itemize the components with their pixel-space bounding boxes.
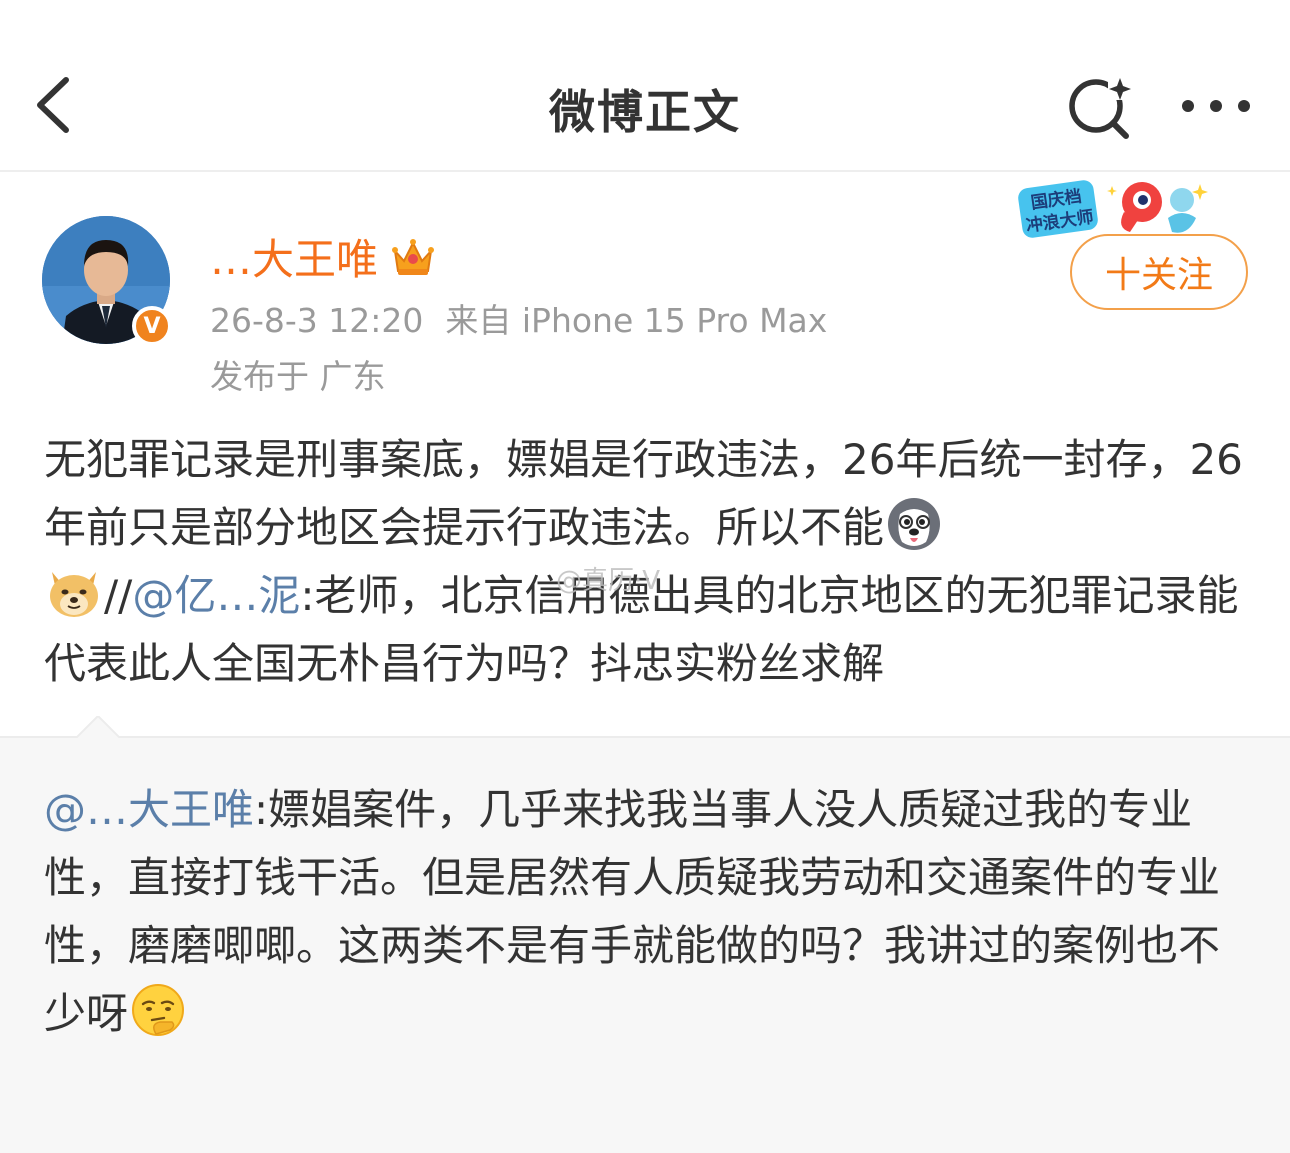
post-text-part-1: 无犯罪记录是刑事案底，嫖娼是行政违法，26年后统一封存，26年前只是部分地区会提… — [44, 435, 1243, 552]
sparkle-search-icon — [1069, 78, 1131, 139]
more-options-button[interactable] — [1178, 86, 1254, 126]
follow-button[interactable]: 十关注 — [1070, 234, 1248, 310]
thinking-emoji-icon — [132, 984, 185, 1036]
husky-emoji-icon — [888, 498, 941, 550]
post-timestamp: 26-8-3 12:20 — [210, 301, 424, 340]
event-badge[interactable]: 国庆档 冲浪大师 — [1012, 178, 1208, 240]
top-nav-bar: 微博正文 — [0, 0, 1290, 172]
verified-badge: V — [132, 306, 172, 346]
post-meta: 26-8-3 12:20 来自 iPhone 15 Pro Max — [210, 294, 827, 342]
surf-master-badge-icon: 国庆档 冲浪大师 — [1018, 180, 1208, 238]
search-button[interactable] — [1064, 72, 1136, 142]
more-dots-icon — [1182, 100, 1250, 112]
retweet-author-link[interactable]: @…大王唯 — [44, 785, 254, 834]
post-location: 发布于 广东 — [210, 357, 386, 396]
repost-separator: // — [104, 571, 133, 620]
crown-icon — [392, 238, 435, 275]
post-source: 来自 iPhone 15 Pro Max — [445, 301, 828, 340]
mention-link[interactable]: @亿…泥 — [132, 571, 300, 620]
retweet-card[interactable]: @…大王唯:嫖娼案件，几乎来找我当事人没人质疑过我的专业性，直接打钱干活。但是居… — [0, 716, 1290, 1153]
retweet-pointer — [76, 716, 120, 738]
post-text: 无犯罪记录是刑事案底，嫖娼是行政违法，26年后统一封存，26年前只是部分地区会提… — [44, 426, 1254, 698]
doge-emoji-icon — [50, 572, 98, 617]
retweet-text: @…大王唯:嫖娼案件，几乎来找我当事人没人质疑过我的专业性，直接打钱干活。但是居… — [44, 776, 1244, 1048]
author-line[interactable]: …大王唯 — [210, 226, 436, 287]
author-name[interactable]: …大王唯 — [210, 226, 378, 287]
